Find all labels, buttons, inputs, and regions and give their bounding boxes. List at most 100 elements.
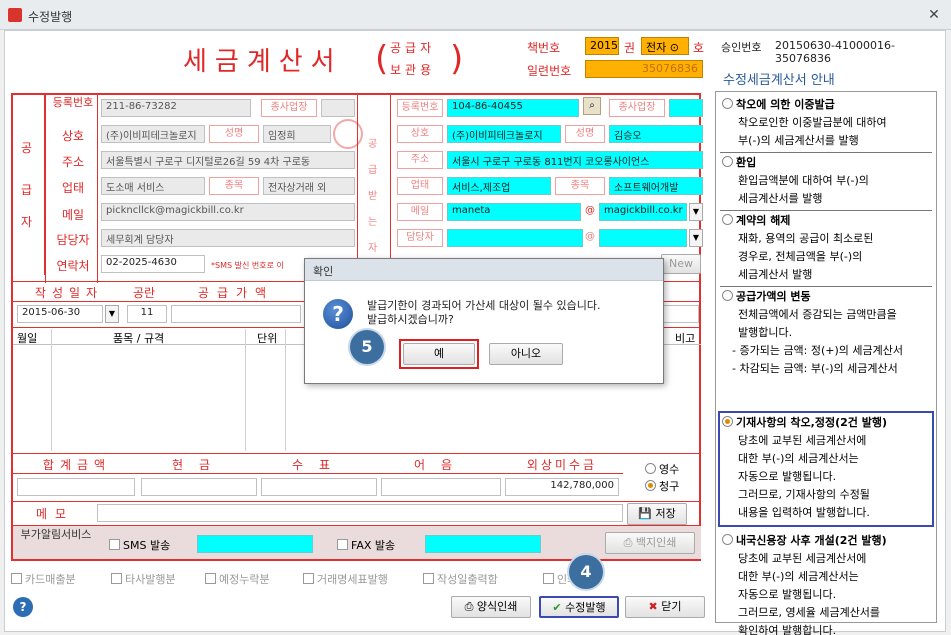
supplier-type-field[interactable]: 전자상거래 외: [263, 177, 355, 195]
buyer-biz-label: 업태: [397, 177, 443, 195]
sms-field[interactable]: [197, 535, 313, 553]
buyer-reg-field[interactable]: 104-86-40455: [447, 99, 579, 117]
check-label: 수표: [291, 458, 347, 472]
search-icon[interactable]: ⌕: [583, 97, 601, 115]
sms-note: *SMS 발신 번호로 이: [211, 261, 284, 270]
guide-line: 전체금액에서 증감되는 금액만큼을: [738, 308, 897, 321]
dialog-message-line1: 발급기한이 경과되어 가산세 대상이 될수 있습니다.: [367, 299, 601, 312]
buyer-biz-field[interactable]: 서비스,제조업: [447, 177, 551, 195]
option-other-icon: [111, 573, 122, 584]
supplier-mail-field[interactable]: pickncllck@magickbill.co.kr: [101, 203, 355, 221]
buyer-name-field[interactable]: (주)이비피테크놀로지: [447, 125, 561, 143]
supplier-reg-field[interactable]: 211-86-73282: [101, 99, 251, 117]
supplier-biz-field[interactable]: 도소매 서비스: [101, 177, 205, 195]
check-field[interactable]: [261, 478, 377, 496]
option-print-date[interactable]: 작성일출력함: [423, 571, 498, 587]
book-year[interactable]: 2015: [585, 37, 619, 55]
supply-field[interactable]: [171, 305, 301, 323]
buyer-side-2: 급: [368, 165, 378, 176]
buyer-mail-field[interactable]: maneta: [447, 203, 581, 221]
form-print-button[interactable]: ⎙ 양식인쇄: [451, 596, 531, 618]
guide-item-1[interactable]: 착오에 의한 이중발급 착오로인한 이중발급분에 대하여 부(-)의 세금계산서…: [722, 96, 932, 150]
guide-sep: [720, 152, 932, 153]
issue-button[interactable]: ✔ 수정발행: [539, 596, 619, 618]
approval-value: 20150630-41000016-35076836: [775, 39, 895, 65]
fax-checkbox[interactable]: FAX 발송: [337, 537, 395, 553]
guide-item-3[interactable]: 계약의 해제 재화, 용역의 공급이 최소로된 경우로, 전체금액을 부(-)의…: [722, 212, 932, 284]
guide-item-6-title: 내국신용장 사후 개설(2건 발행): [736, 534, 887, 547]
blank-print-button[interactable]: ⎙ 백지인쇄: [605, 532, 695, 554]
buyer-reg-label: 등록번호: [397, 99, 443, 117]
guide-item-4[interactable]: 공급가액의 변동 전체금액에서 증감되는 금액만큼을 발행합니다. - 증가되는…: [722, 288, 932, 378]
close-button[interactable]: ✖ 닫기: [625, 596, 705, 618]
sms-checkbox[interactable]: SMS 발송: [109, 537, 170, 553]
option-card-sales[interactable]: 카드매출분: [11, 571, 76, 587]
guide-line: 재화, 용역의 공급이 최소로된: [738, 232, 874, 245]
blank-print-label: 백지인쇄: [635, 536, 677, 549]
supplier-phone-field[interactable]: 02-2025-4630: [101, 255, 205, 273]
supplier-name-field[interactable]: (주)이비피테크놀로지: [101, 125, 205, 143]
buyer-contact-domain[interactable]: [599, 229, 687, 247]
buyer-type-field[interactable]: 소프트웨어개발: [609, 177, 703, 195]
blank-field[interactable]: 11: [127, 305, 167, 323]
fax-field[interactable]: [425, 535, 541, 553]
radio-icon: [722, 290, 733, 301]
guide-line: 경우로, 전체금액을 부(-)의: [738, 250, 863, 263]
supplier-ceo-field[interactable]: 임정희: [263, 125, 331, 143]
date-label: 작성일자: [34, 286, 104, 300]
guide-item-3-title: 계약의 해제: [736, 214, 791, 227]
radio-claim[interactable]: 청구: [645, 478, 679, 494]
total-field[interactable]: [17, 478, 135, 496]
close-icon[interactable]: ✕: [925, 6, 943, 24]
guide-item-6[interactable]: 내국신용장 사후 개설(2건 발행) 당초에 교부된 세금계산서에 대한 부(-…: [722, 532, 932, 635]
book-type[interactable]: 전자 ⊙: [641, 37, 689, 55]
memo-top-line: [13, 501, 701, 502]
radio-icon: [722, 98, 733, 109]
col-note: 비고: [675, 332, 696, 345]
at-sign: @: [585, 205, 595, 216]
new-button[interactable]: New: [661, 254, 701, 274]
radio-claim-icon: [645, 480, 656, 491]
date-field[interactable]: 2015-06-30: [17, 305, 103, 323]
radio-receipt[interactable]: 영수: [645, 461, 679, 477]
guide-item-5[interactable]: 기재사항의 착오,정정(2건 발행) 당초에 교부된 세금계산서에 대한 부(-…: [722, 414, 932, 522]
chevron-down-icon[interactable]: ▼: [689, 203, 703, 221]
supplier-sub-field[interactable]: [321, 99, 355, 117]
fax-checkbox-icon: [337, 539, 348, 550]
serial-value: 35076836: [585, 60, 703, 78]
supplier-side: 공 급 자: [13, 95, 45, 275]
memo-field[interactable]: [97, 504, 623, 522]
option-statement[interactable]: 거래명세표발행: [303, 571, 388, 587]
supply-label: 공급가액: [197, 286, 275, 300]
credit-field[interactable]: 142,780,000: [505, 478, 619, 496]
title-bar: 수정발행 ✕: [0, 0, 951, 30]
guide-line: 확인하여 발행합니다.: [738, 624, 837, 635]
buyer-mail-domain[interactable]: magickbill.co.kr: [599, 203, 687, 221]
save-button[interactable]: 💾 저장: [627, 503, 687, 525]
option-scheduled-omission[interactable]: 예정누락분: [205, 571, 270, 587]
supplier-type-label: 종목: [209, 177, 259, 195]
supplier-addr-field[interactable]: 서울특별시 구로구 디지털로26길 59 4차 구로동: [101, 151, 355, 169]
option-card-icon: [11, 573, 22, 584]
chevron-down-icon-2[interactable]: ▼: [689, 229, 703, 247]
close-label: 닫기: [661, 600, 682, 613]
date-dropdown-icon[interactable]: ▼: [105, 305, 119, 323]
no-button[interactable]: 아니오: [489, 343, 563, 365]
buyer-ceo-field[interactable]: 김승오: [609, 125, 703, 143]
items-col-line-1: [51, 329, 52, 451]
buyer-ceo-label: 성명: [565, 125, 605, 143]
help-icon[interactable]: ?: [13, 597, 33, 617]
bill-field[interactable]: [381, 478, 501, 496]
buyer-sub-field[interactable]: [669, 99, 703, 117]
supplier-manager-field[interactable]: 세무회계 담당자: [101, 229, 355, 247]
radio-receipt-icon: [645, 463, 656, 474]
buyer-contact-field[interactable]: [447, 229, 583, 247]
buyer-addr-label: 주소: [397, 151, 443, 169]
at-sign-2: @: [585, 231, 595, 242]
option-other-label: 타사발행분: [125, 573, 176, 586]
cash-field[interactable]: [141, 478, 257, 496]
buyer-addr-field[interactable]: 서울시 구로구 구로동 811번지 코오롱사이언스: [447, 151, 703, 169]
approval-label: 승인번호: [721, 41, 762, 54]
option-other-company[interactable]: 타사발행분: [111, 571, 176, 587]
guide-item-2[interactable]: 환입 환입금액분에 대하여 부(-)의 세금계산서를 발행: [722, 154, 932, 208]
